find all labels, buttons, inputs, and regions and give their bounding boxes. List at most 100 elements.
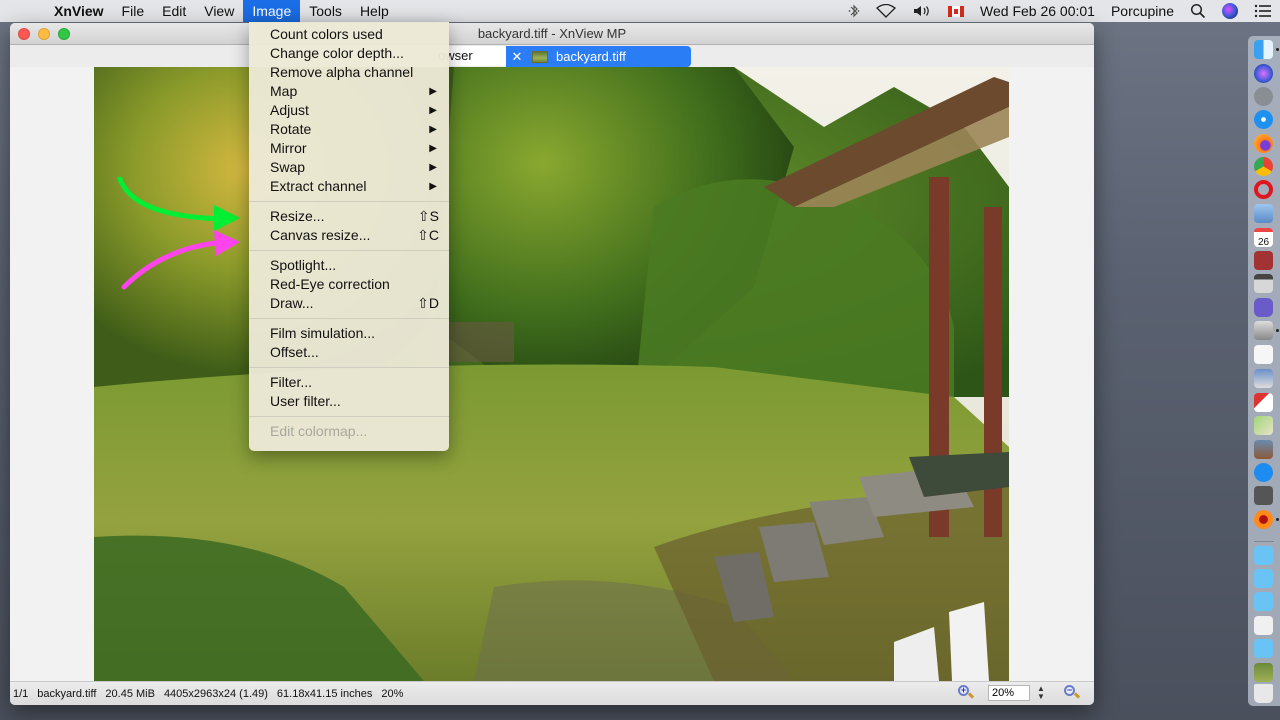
zoom-stepper[interactable]: ▲ ▼	[1036, 685, 1046, 701]
menu-separator	[249, 201, 449, 202]
menu-bar: XnView File Edit View Image Tools Help W…	[0, 0, 1280, 22]
submenu-arrow-icon: ▶	[429, 86, 437, 97]
shortcut-label: ⇧S	[417, 208, 439, 224]
menu-tools[interactable]: Tools	[300, 0, 351, 22]
wifi-icon[interactable]	[868, 0, 904, 22]
running-indicator	[1276, 329, 1279, 332]
running-indicator	[1276, 518, 1279, 521]
tab-backyard-tiff[interactable]: ✕ backyard.tiff	[506, 46, 691, 67]
user-name[interactable]: Porcupine	[1103, 0, 1182, 22]
menu-item-spotlight[interactable]: Spotlight...	[249, 256, 449, 275]
status-dimensions: 4405x2963x24 (1.49)	[163, 687, 268, 700]
siri-dock-icon[interactable]	[1254, 64, 1273, 83]
pictures-stack-icon[interactable]	[1254, 663, 1273, 682]
zoom-out-icon[interactable]: −	[1064, 685, 1081, 701]
submenu-arrow-icon: ▶	[429, 105, 437, 116]
dictionary-icon[interactable]	[1254, 251, 1273, 270]
zoom-window-button[interactable]	[58, 28, 70, 40]
menu-app-name[interactable]: XnView	[44, 0, 113, 22]
menu-item-count-colors[interactable]: Count colors used	[249, 25, 449, 44]
dock-separator	[1254, 541, 1274, 542]
page-counter: 1/1	[13, 687, 29, 700]
menu-item-resize[interactable]: Resize... ⇧S	[249, 207, 449, 226]
volume-icon[interactable]	[904, 0, 940, 22]
trash-icon[interactable]	[1254, 684, 1273, 703]
image-capture-icon[interactable]	[1254, 369, 1273, 388]
running-indicator	[1276, 48, 1279, 51]
menu-item-red-eye[interactable]: Red-Eye correction	[249, 275, 449, 294]
menu-item-remove-alpha[interactable]: Remove alpha channel	[249, 63, 449, 82]
shortcut-label: ⇧D	[417, 295, 439, 311]
tab-bar: owser ✕ backyard.tiff	[10, 45, 1094, 67]
zoom-controls: + ▲▼ −	[958, 685, 1081, 701]
chrome-icon[interactable]	[1254, 157, 1273, 176]
documents-folder-icon[interactable]	[1254, 569, 1273, 588]
zoom-level-field[interactable]	[988, 685, 1030, 701]
keynote-icon[interactable]	[1254, 321, 1273, 340]
menu-item-film-simulation[interactable]: Film simulation...	[249, 324, 449, 343]
applications-folder-icon[interactable]	[1254, 546, 1273, 565]
calendar-icon[interactable]: 26	[1254, 228, 1273, 248]
maps-icon[interactable]	[1254, 416, 1273, 435]
menu-item-canvas-resize[interactable]: Canvas resize... ⇧C	[249, 226, 449, 245]
menu-edit[interactable]: Edit	[153, 0, 195, 22]
close-tab-icon[interactable]: ✕	[506, 46, 528, 67]
status-filename: backyard.tiff	[37, 687, 97, 700]
status-bar: 1/1 backyard.tiff 20.45 MiB 4405x2963x24…	[10, 681, 1094, 705]
image-thumbnail-icon	[532, 50, 548, 63]
xnview-dock-icon[interactable]	[1254, 510, 1273, 529]
spotlight-search-icon[interactable]	[1182, 0, 1214, 22]
photo-backyard[interactable]	[94, 67, 1009, 681]
siri-icon[interactable]	[1214, 0, 1246, 22]
menu-item-change-color-depth[interactable]: Change color depth...	[249, 44, 449, 63]
photo-content	[94, 67, 1009, 681]
minimize-window-button[interactable]	[38, 28, 50, 40]
menu-item-rotate[interactable]: Rotate ▶	[249, 120, 449, 139]
title-bar[interactable]: backyard.tiff - XnView MP	[10, 23, 1094, 45]
close-window-button[interactable]	[18, 28, 30, 40]
bluetooth-icon[interactable]	[840, 0, 868, 22]
menu-item-offset[interactable]: Offset...	[249, 343, 449, 362]
menu-view[interactable]: View	[195, 0, 243, 22]
preview-icon[interactable]	[1254, 204, 1273, 223]
clock[interactable]: Wed Feb 26 00:01	[972, 0, 1103, 22]
safari-icon[interactable]	[1254, 110, 1273, 129]
menu-item-adjust[interactable]: Adjust ▶	[249, 101, 449, 120]
finder-icon[interactable]	[1254, 40, 1273, 59]
folder-icon[interactable]	[1254, 639, 1273, 658]
menu-separator	[249, 416, 449, 417]
zoom-in-icon[interactable]: +	[958, 685, 975, 701]
photos-icon[interactable]	[1254, 440, 1273, 459]
launchpad-icon[interactable]	[1254, 87, 1273, 106]
menu-item-mirror[interactable]: Mirror ▶	[249, 139, 449, 158]
menu-item-map[interactable]: Map ▶	[249, 82, 449, 101]
menu-item-filter[interactable]: Filter...	[249, 373, 449, 392]
desktop-stack-icon[interactable]	[1254, 616, 1273, 635]
menu-item-extract-channel[interactable]: Extract channel ▶	[249, 177, 449, 196]
image-viewer[interactable]	[10, 67, 1094, 681]
menu-separator	[249, 250, 449, 251]
menu-item-draw[interactable]: Draw... ⇧D	[249, 294, 449, 313]
status-filesize: 20.45 MiB	[105, 687, 155, 700]
firefox-icon[interactable]	[1254, 134, 1273, 153]
menu-item-user-filter[interactable]: User filter...	[249, 392, 449, 411]
calculator-icon[interactable]	[1254, 274, 1273, 293]
tab-backyard-label: backyard.tiff	[556, 49, 626, 64]
system-preferences-icon[interactable]	[1254, 486, 1273, 505]
opera-icon[interactable]	[1254, 180, 1273, 199]
menu-item-swap[interactable]: Swap ▶	[249, 158, 449, 177]
notification-center-icon[interactable]	[1246, 0, 1280, 22]
window-controls	[18, 28, 70, 40]
textedit-icon[interactable]	[1254, 345, 1273, 364]
downloads-folder-icon[interactable]	[1254, 592, 1273, 611]
status-print-size: 61.18x41.15 inches	[276, 687, 373, 700]
image-menu-dropdown: Count colors used Change color depth... …	[249, 22, 449, 451]
bbedit-icon[interactable]	[1254, 298, 1273, 317]
menu-image[interactable]: Image	[243, 0, 301, 22]
menu-file[interactable]: File	[113, 0, 154, 22]
window-title: backyard.tiff - XnView MP	[477, 26, 627, 41]
photo-booth-icon[interactable]	[1254, 393, 1273, 412]
menu-help[interactable]: Help	[351, 0, 398, 22]
input-source-flag-icon[interactable]	[940, 0, 972, 22]
app-store-icon[interactable]	[1254, 463, 1273, 482]
